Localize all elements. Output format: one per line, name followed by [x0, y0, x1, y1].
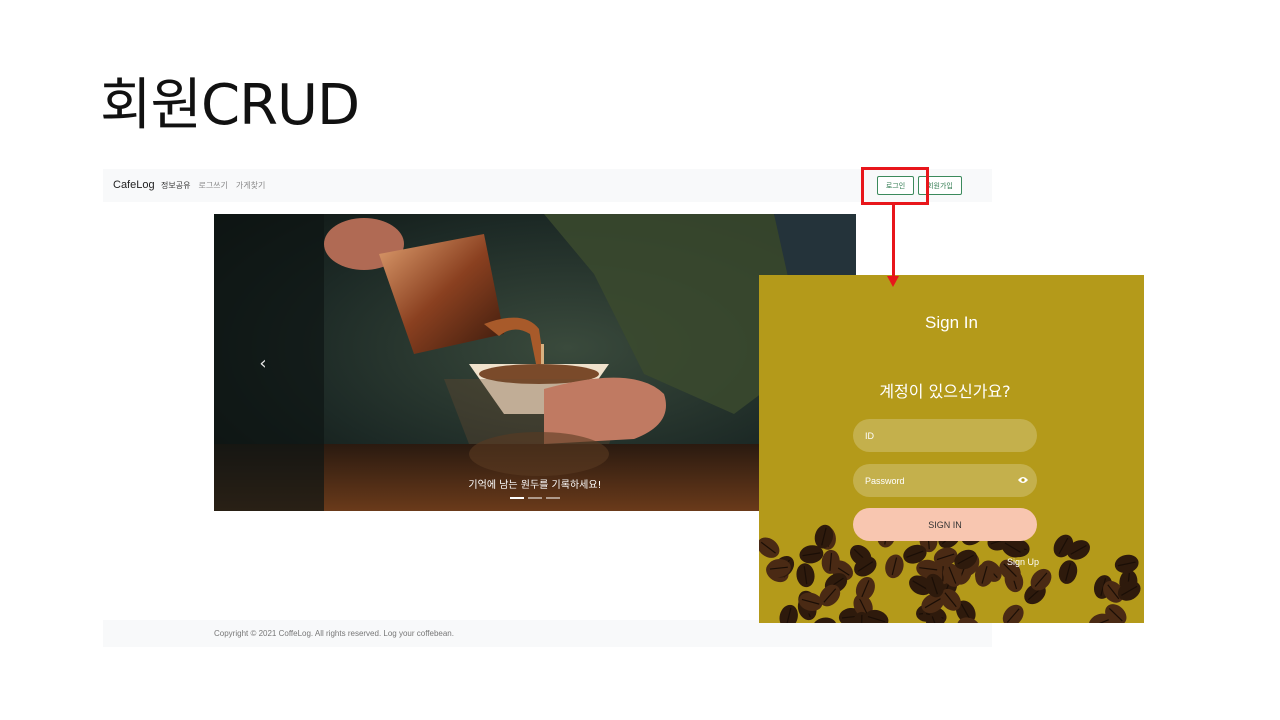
coffee-bean [779, 604, 798, 623]
coffee-bean [812, 617, 837, 623]
carousel-indicator[interactable] [528, 497, 542, 499]
slide-title: 회원CRUD [100, 73, 360, 138]
site-footer: Copyright © 2021 CoffeLog. All rights re… [103, 620, 992, 647]
coffee-bean [759, 537, 780, 558]
carousel-prev-icon[interactable]: ‹ [256, 352, 270, 374]
carousel-indicator[interactable] [546, 497, 560, 499]
carousel-indicators [510, 497, 560, 499]
nav-link-find-store[interactable]: 가게찾기 [236, 180, 265, 191]
nav-links: 정보공유 로그쓰기 가게찾기 [161, 180, 265, 191]
footer-copyright: Copyright © 2021 CoffeLog. All rights re… [214, 629, 454, 638]
panel-title: Sign In [925, 313, 978, 332]
callout-arrow-head [887, 276, 899, 287]
signup-link[interactable]: Sign Up [1007, 557, 1039, 567]
coffee-bean [1002, 604, 1024, 623]
nav-link-write-log[interactable]: 로그쓰기 [198, 180, 227, 191]
brand-logo[interactable]: CafeLog [113, 179, 155, 191]
account-question: 계정이 있으신가요? [879, 382, 1011, 401]
carousel-indicator[interactable] [510, 497, 524, 499]
site-navbar: CafeLog 정보공유 로그쓰기 가게찾기 로그인 회원가입 [103, 169, 992, 202]
eye-icon[interactable] [1018, 476, 1028, 484]
password-input[interactable] [853, 464, 1037, 497]
signin-button[interactable]: SIGN IN [853, 508, 1037, 541]
nav-link-info-share[interactable]: 정보공유 [161, 180, 190, 191]
id-input[interactable] [853, 419, 1037, 452]
login-highlight-box [861, 167, 929, 205]
callout-arrow-line [892, 205, 895, 277]
login-panel: Sign In 계정이 있으신가요? SIGN IN Sign Up [759, 275, 1144, 623]
